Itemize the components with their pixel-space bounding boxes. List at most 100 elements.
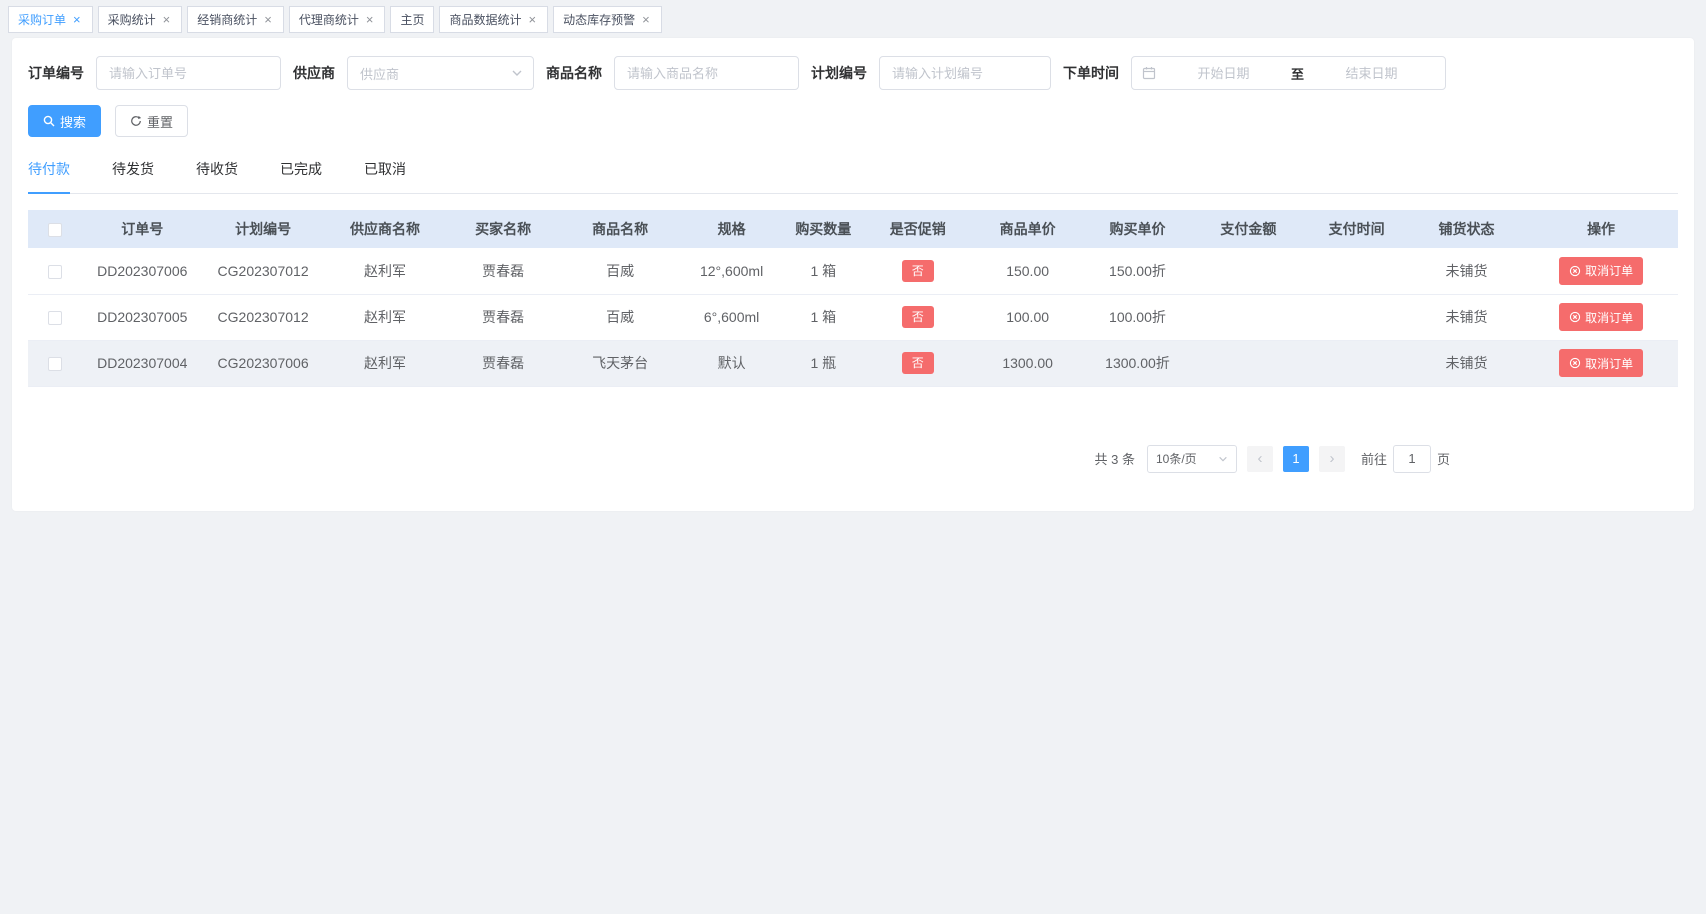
row-checkbox[interactable] — [48, 357, 62, 371]
cell-pay-time — [1304, 294, 1408, 340]
tab-home[interactable]: 主页 — [390, 6, 434, 33]
cell-supplier: 赵利军 — [325, 340, 446, 386]
cell-supplier: 赵利军 — [325, 248, 446, 294]
tab-product-data-stats[interactable]: 商品数据统计 × — [439, 6, 548, 33]
col-order-no: 订单号 — [83, 210, 202, 248]
search-button-label: 搜索 — [60, 112, 86, 131]
col-pay-amount: 支付金额 — [1192, 210, 1304, 248]
col-quantity: 购买数量 — [784, 210, 863, 248]
tab-stock-warning[interactable]: 动态库存预警 × — [553, 6, 662, 33]
cell-plan-no: CG202307006 — [202, 340, 325, 386]
prev-page-button[interactable]: ‹ — [1247, 446, 1273, 472]
tab-label: 采购统计 — [108, 11, 156, 28]
current-page-button[interactable]: 1 — [1283, 446, 1309, 472]
supplier-select[interactable]: 供应商 — [347, 56, 534, 90]
col-buy-price: 购买单价 — [1083, 210, 1193, 248]
close-icon[interactable]: × — [161, 13, 173, 26]
main-card: 订单编号 供应商 供应商 商品名称 计划编号 下单时间 — [12, 38, 1694, 511]
cancel-order-button[interactable]: 取消订单 — [1559, 349, 1643, 377]
search-form: 订单编号 供应商 供应商 商品名称 计划编号 下单时间 — [28, 56, 1678, 90]
order-time-filter: 下单时间 至 — [1063, 56, 1446, 90]
col-buyer: 买家名称 — [445, 210, 560, 248]
order-no-label: 订单编号 — [28, 63, 84, 83]
cell-pay-amount — [1192, 248, 1304, 294]
cell-pay-time — [1304, 340, 1408, 386]
col-product: 商品名称 — [561, 210, 680, 248]
supplier-select-placeholder: 供应商 — [360, 64, 399, 83]
col-pay-time: 支付时间 — [1304, 210, 1408, 248]
start-date-input[interactable] — [1160, 66, 1287, 81]
promo-badge: 否 — [902, 352, 934, 374]
status-tab-pending-receipt[interactable]: 待收货 — [196, 159, 238, 194]
tab-purchase-orders[interactable]: 采购订单 × — [8, 6, 93, 33]
tab-dealer-stats[interactable]: 经销商统计 × — [187, 6, 284, 33]
pagination-total: 共 3 条 — [1095, 449, 1135, 468]
next-page-button[interactable]: › — [1319, 446, 1345, 472]
status-tab-pending-payment[interactable]: 待付款 — [28, 159, 70, 194]
cancel-circle-icon — [1569, 357, 1581, 369]
tab-label: 采购订单 — [18, 11, 66, 28]
cancel-order-button[interactable]: 取消订单 — [1559, 303, 1643, 331]
plan-no-input[interactable] — [879, 56, 1051, 90]
cell-quantity: 1 箱 — [784, 248, 863, 294]
promo-badge: 否 — [902, 306, 934, 328]
table-row: DD202307004 CG202307006 赵利军 贾春磊 飞天茅台 默认 … — [28, 340, 1678, 386]
cell-pay-time — [1304, 248, 1408, 294]
tab-label: 主页 — [400, 11, 424, 28]
product-name-input[interactable] — [614, 56, 799, 90]
tab-label: 代理商统计 — [299, 11, 359, 28]
search-button[interactable]: 搜索 — [28, 105, 101, 137]
select-all-checkbox[interactable] — [48, 223, 62, 237]
cell-plan-no: CG202307012 — [202, 294, 325, 340]
cell-buyer: 贾春磊 — [445, 248, 560, 294]
chevron-down-icon — [1218, 454, 1228, 464]
cell-buy-price: 1300.00折 — [1083, 340, 1193, 386]
cell-buy-price: 100.00折 — [1083, 294, 1193, 340]
cell-order-no: DD202307006 — [83, 248, 202, 294]
pagination-goto: 前往 页 — [1361, 445, 1450, 473]
cell-unit-price: 1300.00 — [973, 340, 1083, 386]
close-icon[interactable]: × — [262, 13, 274, 26]
order-no-filter: 订单编号 — [28, 56, 281, 90]
calendar-icon — [1142, 66, 1156, 80]
col-spec: 规格 — [679, 210, 783, 248]
col-unit-price: 商品单价 — [973, 210, 1083, 248]
cell-spec: 6°,600ml — [679, 294, 783, 340]
col-supplier: 供应商名称 — [325, 210, 446, 248]
page-size-select[interactable]: 10条/页 — [1147, 445, 1237, 473]
promo-badge: 否 — [902, 260, 934, 282]
reset-button[interactable]: 重置 — [115, 105, 188, 137]
cancel-order-button[interactable]: 取消订单 — [1559, 257, 1643, 285]
status-tab-completed[interactable]: 已完成 — [280, 159, 322, 194]
status-tab-cancelled[interactable]: 已取消 — [364, 159, 406, 194]
plan-no-filter: 计划编号 — [811, 56, 1051, 90]
col-promo: 是否促销 — [863, 210, 973, 248]
cell-spec: 默认 — [679, 340, 783, 386]
close-icon[interactable]: × — [364, 13, 376, 26]
cell-pay-amount — [1192, 340, 1304, 386]
order-no-input[interactable] — [96, 56, 281, 90]
close-icon[interactable]: × — [526, 13, 538, 26]
tab-label: 经销商统计 — [197, 11, 257, 28]
tab-purchase-stats[interactable]: 采购统计 × — [98, 6, 183, 33]
order-time-range-picker[interactable]: 至 — [1131, 56, 1446, 90]
row-checkbox[interactable] — [48, 265, 62, 279]
cancel-order-label: 取消订单 — [1585, 309, 1633, 326]
end-date-input[interactable] — [1308, 66, 1435, 81]
status-tab-pending-shipment[interactable]: 待发货 — [112, 159, 154, 194]
pagination: 共 3 条 10条/页 ‹ 1 › 前往 页 — [28, 445, 1450, 473]
cell-plan-no: CG202307012 — [202, 248, 325, 294]
order-time-label: 下单时间 — [1063, 63, 1119, 83]
tab-label: 商品数据统计 — [449, 11, 521, 28]
cell-stock-status: 未铺货 — [1409, 294, 1524, 340]
page-size-value: 10条/页 — [1156, 450, 1197, 467]
tab-agent-stats[interactable]: 代理商统计 × — [289, 6, 386, 33]
cell-buy-price: 150.00折 — [1083, 248, 1193, 294]
goto-label: 前往 — [1361, 449, 1387, 468]
goto-page-input[interactable] — [1393, 445, 1431, 473]
close-icon[interactable]: × — [71, 13, 83, 26]
row-checkbox[interactable] — [48, 311, 62, 325]
chevron-down-icon — [511, 67, 523, 79]
close-icon[interactable]: × — [640, 13, 652, 26]
cancel-circle-icon — [1569, 311, 1581, 323]
